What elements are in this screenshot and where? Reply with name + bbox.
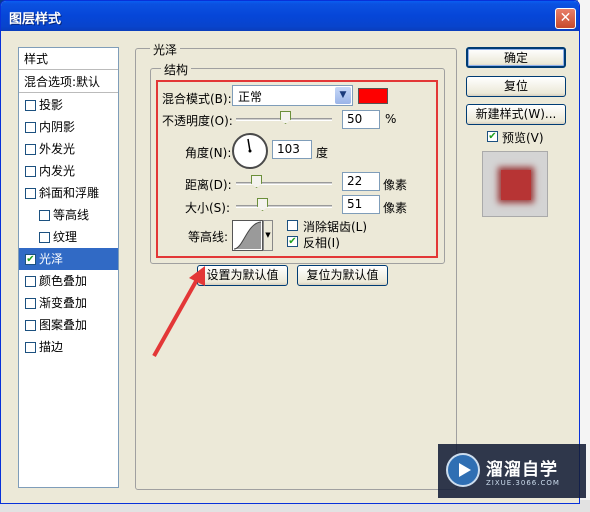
opacity-input[interactable]: 50 [342, 110, 380, 129]
watermark-title: 溜溜自学 [486, 460, 558, 480]
style-item-stroke[interactable]: 描边 [19, 336, 118, 358]
style-item-label: 等高线 [53, 208, 90, 222]
style-item-pattern-overlay[interactable]: 图案叠加 [19, 314, 118, 336]
angle-label: 角度(N): [185, 146, 232, 160]
watermark: 溜溜自学 ZIXUE.3066.COM [438, 444, 586, 498]
checkbox[interactable] [39, 232, 50, 243]
play-icon [446, 453, 480, 487]
size-unit: 像素 [383, 201, 408, 215]
style-item-label: 渐变叠加 [39, 296, 88, 310]
satin-group-title: 光泽 [150, 41, 181, 58]
layer-style-dialog: 图层样式 ✕ 样式 混合选项:默认 投影 内阴影 外发光 内发光 斜面和浮雕 等… [0, 0, 586, 504]
watermark-subtitle: ZIXUE.3066.COM [486, 479, 560, 487]
style-item-label: 内发光 [39, 164, 76, 178]
style-item-bevel-emboss[interactable]: 斜面和浮雕 [19, 182, 118, 204]
invert-checkbox[interactable]: ✔ [287, 236, 298, 247]
size-slider-track[interactable] [236, 205, 332, 208]
blend-options-item[interactable]: 混合选项:默认 [19, 71, 118, 93]
angle-input[interactable]: 103 [272, 140, 312, 159]
angle-dial[interactable] [232, 133, 268, 169]
style-item-contour[interactable]: 等高线 [19, 204, 118, 226]
checkbox[interactable] [25, 144, 36, 155]
style-item-label: 描边 [39, 340, 64, 354]
blend-mode-select[interactable]: 正常 ▼ [232, 85, 353, 106]
contour-label: 等高线: [188, 230, 229, 244]
style-item-label: 斜面和浮雕 [39, 186, 100, 200]
close-button[interactable]: ✕ [555, 8, 576, 29]
angle-needle-icon [247, 138, 252, 153]
distance-label: 距离(D): [185, 178, 232, 192]
blend-mode-value: 正常 [238, 90, 263, 104]
style-item-satin[interactable]: ✔ 光泽 [19, 248, 118, 270]
checkbox-checked[interactable]: ✔ [25, 254, 36, 265]
play-triangle-icon [459, 463, 471, 477]
blend-color-swatch[interactable] [358, 88, 388, 104]
style-item-label: 颜色叠加 [39, 274, 88, 288]
style-item-label: 光泽 [39, 252, 64, 266]
style-item-texture[interactable]: 纹理 [19, 226, 118, 248]
dialog-title: 图层样式 [9, 12, 62, 27]
distance-unit: 像素 [383, 178, 408, 192]
style-item-gradient-overlay[interactable]: 渐变叠加 [19, 292, 118, 314]
preview-checkbox[interactable]: ✔ [487, 131, 498, 142]
size-label: 大小(S): [185, 201, 231, 215]
checkbox[interactable] [25, 122, 36, 133]
annotation-arrow-icon [152, 266, 205, 357]
style-preview-thumbnail [482, 151, 548, 217]
checkbox[interactable] [25, 298, 36, 309]
size-input[interactable]: 51 [342, 195, 380, 214]
antialias-label: 消除锯齿(L) [303, 220, 368, 234]
contour-dropdown-icon[interactable]: ▼ [263, 220, 273, 251]
contour-curve-icon [233, 221, 262, 250]
preview-swatch [501, 170, 531, 200]
style-item-inner-shadow[interactable]: 内阴影 [19, 116, 118, 138]
checkbox[interactable] [25, 188, 36, 199]
reset-default-button[interactable]: 复位为默认值 [297, 265, 388, 286]
checkbox[interactable] [25, 276, 36, 287]
distance-slider-track[interactable] [236, 182, 332, 185]
preview-label: 预览(V) [502, 131, 544, 145]
invert-label: 反相(I) [303, 236, 340, 250]
checkbox[interactable] [25, 166, 36, 177]
blend-mode-label: 混合模式(B): [162, 92, 232, 106]
style-item-label: 内阴影 [39, 120, 76, 134]
style-item-label: 投影 [39, 98, 64, 112]
style-list: 样式 混合选项:默认 投影 内阴影 外发光 内发光 斜面和浮雕 等高线 纹理 ✔… [18, 47, 119, 488]
antialias-checkbox[interactable] [287, 220, 298, 231]
distance-input[interactable]: 22 [342, 172, 380, 191]
checkbox[interactable] [25, 320, 36, 331]
style-item-outer-glow[interactable]: 外发光 [19, 138, 118, 160]
opacity-label: 不透明度(O): [162, 114, 233, 128]
style-list-header[interactable]: 样式 [19, 48, 118, 70]
checkbox[interactable] [25, 100, 36, 111]
style-item-label: 外发光 [39, 142, 76, 156]
style-item-drop-shadow[interactable]: 投影 [19, 94, 118, 116]
style-item-label: 图案叠加 [39, 318, 88, 332]
new-style-button[interactable]: 新建样式(W)... [466, 104, 566, 125]
reset-button[interactable]: 复位 [466, 76, 566, 97]
style-item-label: 纹理 [53, 230, 78, 244]
chevron-down-icon[interactable]: ▼ [335, 87, 351, 104]
style-item-color-overlay[interactable]: 颜色叠加 [19, 270, 118, 292]
checkbox[interactable] [25, 342, 36, 353]
checkbox[interactable] [39, 210, 50, 221]
contour-preview[interactable] [232, 220, 263, 251]
title-bar[interactable]: 图层样式 ✕ [1, 1, 579, 31]
ok-button[interactable]: 确定 [466, 47, 566, 68]
opacity-unit: % [385, 112, 397, 126]
structure-group-title: 结构 [161, 61, 192, 78]
angle-unit: 度 [316, 146, 329, 160]
style-item-inner-glow[interactable]: 内发光 [19, 160, 118, 182]
